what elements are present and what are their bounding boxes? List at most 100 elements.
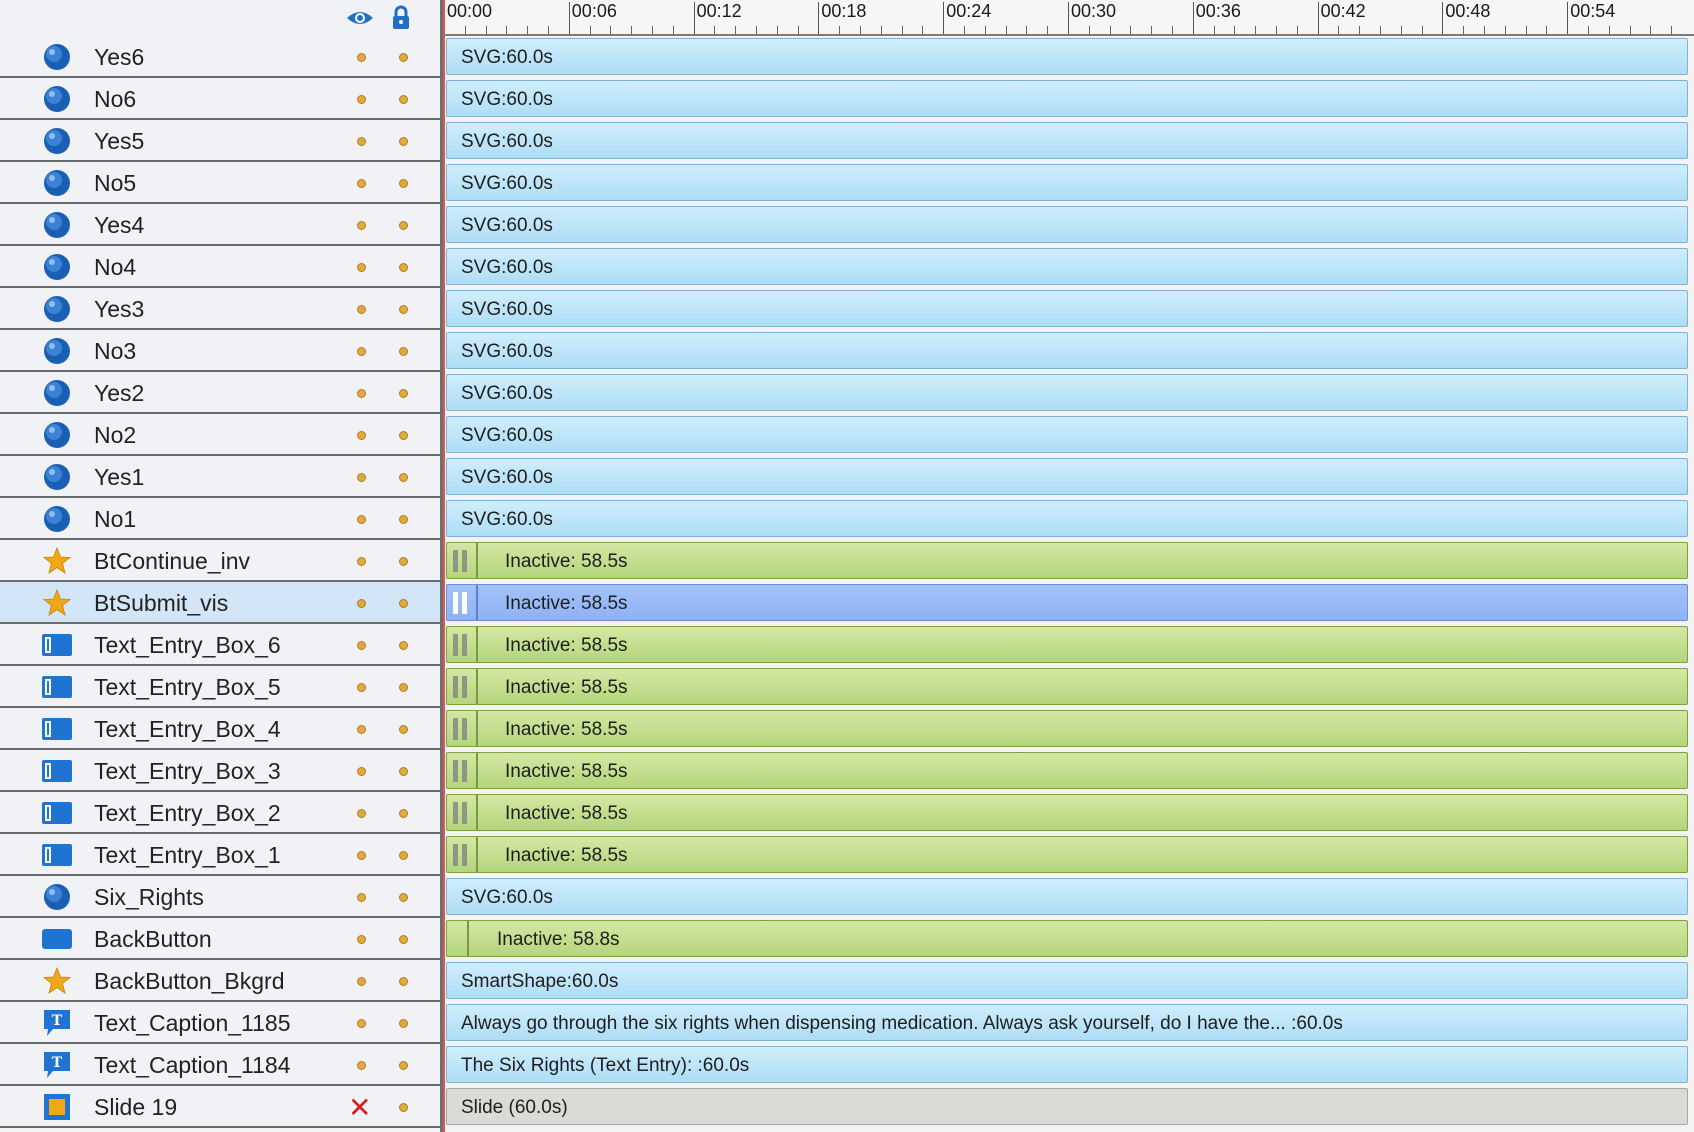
timeline-bar[interactable]: Inactive: 58.5s: [446, 626, 1688, 663]
layer-label-cell[interactable]: Yes1: [0, 456, 440, 498]
layer-row[interactable]: BtContinue_inv Inactive: 58.5s: [0, 540, 1694, 582]
layer-label-cell[interactable]: No2: [0, 414, 440, 456]
visibility-toggle-dot[interactable]: [357, 137, 366, 146]
layer-name[interactable]: Yes4: [94, 212, 144, 239]
timeline-bar[interactable]: SVG:60.0s: [446, 80, 1688, 117]
layer-name[interactable]: Slide 19: [94, 1094, 177, 1121]
lock-toggle-dot[interactable]: [399, 221, 408, 230]
layer-name[interactable]: BtSubmit_vis: [94, 590, 228, 617]
layer-name[interactable]: No5: [94, 170, 136, 197]
layer-row[interactable]: Text_Entry_Box_1 Inactive: 58.5s: [0, 834, 1694, 876]
layer-row[interactable]: BackButton Inactive: 58.8s: [0, 918, 1694, 960]
layer-name[interactable]: No2: [94, 422, 136, 449]
layer-label-cell[interactable]: No4: [0, 246, 440, 288]
visibility-toggle-dot[interactable]: [357, 767, 366, 776]
layer-row[interactable]: No4 SVG:60.0s: [0, 246, 1694, 288]
layer-label-cell[interactable]: No3: [0, 330, 440, 372]
visibility-toggle-dot[interactable]: [357, 851, 366, 860]
layer-label-cell[interactable]: Text_Entry_Box_1: [0, 834, 440, 876]
layer-row[interactable]: No1 SVG:60.0s: [0, 498, 1694, 540]
layer-name[interactable]: No1: [94, 506, 136, 533]
timeline-bar[interactable]: SVG:60.0s: [446, 332, 1688, 369]
inactive-marker[interactable]: [476, 795, 478, 830]
pause-handle-icon[interactable]: [453, 592, 469, 614]
layer-label-cell[interactable]: Slide 19 ✕: [0, 1086, 440, 1128]
pause-handle-icon[interactable]: [453, 550, 469, 572]
timeline-bar[interactable]: SVG:60.0s: [446, 290, 1688, 327]
timeline-bar[interactable]: SVG:60.0s: [446, 164, 1688, 201]
visibility-toggle-dot[interactable]: [357, 809, 366, 818]
visibility-toggle-dot[interactable]: [357, 557, 366, 566]
layer-name[interactable]: BackButton: [94, 926, 212, 953]
layer-row[interactable]: T Text_Caption_1184 The Six Rights (Text E…: [0, 1044, 1694, 1086]
layer-name[interactable]: Text_Entry_Box_1: [94, 842, 281, 869]
visibility-toggle-dot[interactable]: [357, 977, 366, 986]
timeline-bar[interactable]: SVG:60.0s: [446, 38, 1688, 75]
layer-row[interactable]: No6 SVG:60.0s: [0, 78, 1694, 120]
playhead[interactable]: [443, 0, 445, 1132]
timeline-bar[interactable]: Inactive: 58.5s: [446, 542, 1688, 579]
visibility-toggle-dot[interactable]: [357, 53, 366, 62]
visibility-toggle-dot[interactable]: [357, 221, 366, 230]
layer-label-cell[interactable]: Yes4: [0, 204, 440, 246]
layer-label-cell[interactable]: No5: [0, 162, 440, 204]
pause-handle-icon[interactable]: [453, 844, 469, 866]
inactive-marker[interactable]: [476, 585, 478, 620]
inactive-marker[interactable]: [476, 543, 478, 578]
timeline-bar[interactable]: SmartShape:60.0s: [446, 962, 1688, 999]
timeline-bar[interactable]: SVG:60.0s: [446, 206, 1688, 243]
layer-name[interactable]: Text_Entry_Box_3: [94, 758, 281, 785]
lock-toggle-dot[interactable]: [399, 683, 408, 692]
pause-handle-icon[interactable]: [453, 760, 469, 782]
visibility-toggle-dot[interactable]: [357, 389, 366, 398]
lock-toggle-dot[interactable]: [399, 725, 408, 734]
lock-toggle-dot[interactable]: [399, 431, 408, 440]
layer-row[interactable]: Slide 19 ✕ Slide (60.0s): [0, 1086, 1694, 1128]
visibility-toggle-dot[interactable]: [357, 431, 366, 440]
lock-toggle-dot[interactable]: [399, 515, 408, 524]
timeline-bar[interactable]: Slide (60.0s): [446, 1088, 1688, 1125]
inactive-marker[interactable]: [476, 753, 478, 788]
lock-toggle-dot[interactable]: [399, 389, 408, 398]
layer-name[interactable]: Yes1: [94, 464, 144, 491]
timeline-bar[interactable]: The Six Rights (Text Entry): :60.0s: [446, 1046, 1688, 1083]
lock-toggle-dot[interactable]: [399, 53, 408, 62]
layer-label-cell[interactable]: T Text_Caption_1185: [0, 1002, 440, 1044]
visibility-toggle-dot[interactable]: [357, 683, 366, 692]
lock-toggle-dot[interactable]: [399, 95, 408, 104]
layer-row[interactable]: Yes4 SVG:60.0s: [0, 204, 1694, 246]
inactive-marker[interactable]: [476, 627, 478, 662]
lock-toggle-dot[interactable]: [399, 809, 408, 818]
layer-name[interactable]: Yes5: [94, 128, 144, 155]
pause-handle-icon[interactable]: [453, 802, 469, 824]
timeline-bar[interactable]: Inactive: 58.5s: [446, 668, 1688, 705]
layer-label-cell[interactable]: BtContinue_inv: [0, 540, 440, 582]
visibility-toggle-dot[interactable]: [357, 473, 366, 482]
lock-toggle-dot[interactable]: [399, 179, 408, 188]
visibility-toggle-dot[interactable]: [357, 515, 366, 524]
layer-row[interactable]: Text_Entry_Box_2 Inactive: 58.5s: [0, 792, 1694, 834]
lock-toggle-dot[interactable]: [399, 557, 408, 566]
lock-toggle-dot[interactable]: [399, 893, 408, 902]
layer-row[interactable]: Yes6 SVG:60.0s: [0, 36, 1694, 78]
lock-toggle-dot[interactable]: [399, 977, 408, 986]
lock-toggle-dot[interactable]: [399, 641, 408, 650]
eye-icon[interactable]: [345, 8, 375, 28]
timeline-bar[interactable]: Inactive: 58.5s: [446, 710, 1688, 747]
visibility-toggle-dot[interactable]: [357, 725, 366, 734]
layer-name[interactable]: Text_Entry_Box_5: [94, 674, 281, 701]
layer-label-cell[interactable]: No6: [0, 78, 440, 120]
layer-row[interactable]: BackButton_Bkgrd SmartShape:60.0s: [0, 960, 1694, 1002]
layer-label-cell[interactable]: Text_Entry_Box_6: [0, 624, 440, 666]
pause-handle-icon[interactable]: [453, 718, 469, 740]
timeline-bar[interactable]: SVG:60.0s: [446, 458, 1688, 495]
visibility-toggle-dot[interactable]: [357, 599, 366, 608]
inactive-marker[interactable]: [476, 837, 478, 872]
timeline-bar[interactable]: SVG:60.0s: [446, 122, 1688, 159]
layer-name[interactable]: Text_Entry_Box_2: [94, 800, 281, 827]
layer-label-cell[interactable]: BtSubmit_vis: [0, 582, 440, 624]
inactive-marker[interactable]: [476, 669, 478, 704]
lock-toggle-dot[interactable]: [399, 473, 408, 482]
layer-label-cell[interactable]: Text_Entry_Box_5: [0, 666, 440, 708]
lock-toggle-dot[interactable]: [399, 1019, 408, 1028]
